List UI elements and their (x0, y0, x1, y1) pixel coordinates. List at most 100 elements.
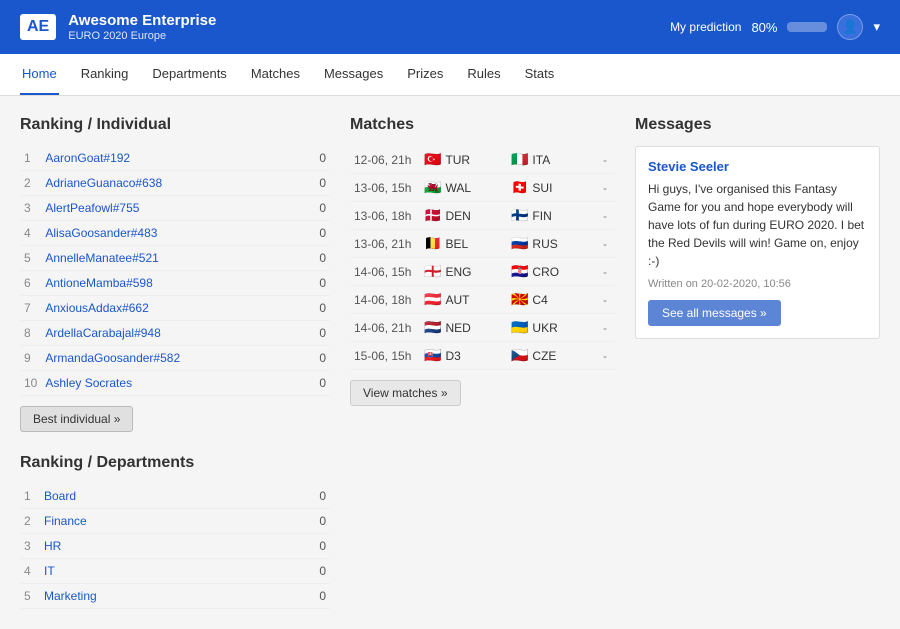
team1-name: D3 (445, 349, 460, 363)
match-row[interactable]: 14-06, 21h 🇳🇱 NED 🇺🇦 UKR - (350, 314, 615, 342)
team2-cell: 🇭🇷 CRO (507, 258, 595, 286)
table-row: 8 ArdellaCarabajal#948 0 (20, 321, 330, 346)
table-row: 4 IT 0 (20, 559, 330, 584)
player-name[interactable]: AnxiousAddax#662 (41, 296, 300, 321)
team1-flag: 🇳🇱 (424, 319, 441, 336)
app-subtitle: EURO 2020 Europe (68, 30, 216, 42)
team2-name: CZE (532, 349, 556, 363)
team1-name: AUT (445, 293, 469, 307)
rank-cell: 4 (20, 221, 41, 246)
team1-cell: 🇧🇪 BEL (420, 230, 507, 258)
table-row: 3 HR 0 (20, 534, 330, 559)
match-date: 13-06, 15h (350, 174, 420, 202)
nav-messages[interactable]: Messages (322, 54, 385, 95)
score-cell: 0 (300, 484, 330, 509)
best-individual-button[interactable]: Best individual » (20, 406, 133, 432)
player-name[interactable]: ArmandaGoosander#582 (41, 346, 300, 371)
match-row[interactable]: 14-06, 15h 🏴󠁧󠁢󠁥󠁮󠁧󠁿 ENG 🇭🇷 CRO - (350, 258, 615, 286)
player-name[interactable]: AaronGoat#192 (41, 146, 300, 171)
match-score: - (595, 146, 615, 174)
table-row: 5 Marketing 0 (20, 584, 330, 609)
team1-name: NED (445, 321, 470, 335)
score-cell: 0 (300, 346, 330, 371)
header-left: AE Awesome Enterprise EURO 2020 Europe (20, 12, 216, 42)
user-icon[interactable]: 👤 (837, 14, 863, 40)
score-cell: 0 (300, 221, 330, 246)
team2-flag: 🇷🇺 (511, 235, 528, 252)
see-all-messages-button[interactable]: See all messages » (648, 300, 781, 326)
nav-ranking[interactable]: Ranking (79, 54, 131, 95)
message-date: Written on 20-02-2020, 10:56 (648, 278, 867, 290)
ranking-departments-section: Ranking / Departments 1 Board 0 2 Financ… (20, 454, 330, 609)
team2-name: UKR (532, 321, 557, 335)
team2-cell: 🇮🇹 ITA (507, 146, 595, 174)
team1-name: BEL (445, 237, 468, 251)
nav-stats[interactable]: Stats (523, 54, 557, 95)
match-row[interactable]: 14-06, 18h 🇦🇹 AUT 🇲🇰 C4 - (350, 286, 615, 314)
player-name[interactable]: Ashley Socrates (41, 371, 300, 396)
department-name[interactable]: Finance (40, 509, 300, 534)
nav: Home Ranking Departments Matches Message… (0, 54, 900, 96)
rank-cell: 5 (20, 246, 41, 271)
match-row[interactable]: 13-06, 15h 🏴󠁧󠁢󠁷󠁬󠁳󠁿 WAL 🇨🇭 SUI - (350, 174, 615, 202)
team1-flag: 🇧🇪 (424, 235, 441, 252)
match-date: 13-06, 21h (350, 230, 420, 258)
rank-cell: 2 (20, 509, 40, 534)
team2-name: FIN (532, 209, 551, 223)
match-score: - (595, 174, 615, 202)
table-row: 2 AdrianeGuanaco#638 0 (20, 171, 330, 196)
match-row[interactable]: 13-06, 18h 🇩🇰 DEN 🇫🇮 FIN - (350, 202, 615, 230)
view-matches-button[interactable]: View matches » (350, 380, 461, 406)
match-score: - (595, 342, 615, 370)
match-row[interactable]: 15-06, 15h 🇸🇰 D3 🇨🇿 CZE - (350, 342, 615, 370)
department-name[interactable]: HR (40, 534, 300, 559)
team1-flag: 🇩🇰 (424, 207, 441, 224)
header-right: My prediction 80% 👤 ▾ (670, 14, 880, 40)
rank-cell: 7 (20, 296, 41, 321)
main-content: Ranking / Individual 1 AaronGoat#192 0 2… (0, 96, 900, 629)
prediction-label: My prediction (670, 20, 741, 34)
player-name[interactable]: AlisaGoosander#483 (41, 221, 300, 246)
team2-flag: 🇫🇮 (511, 207, 528, 224)
team1-cell: 🇳🇱 NED (420, 314, 507, 342)
player-name[interactable]: AnnelleManatee#521 (41, 246, 300, 271)
player-name[interactable]: AdrianeGuanaco#638 (41, 171, 300, 196)
score-cell: 0 (300, 171, 330, 196)
rank-cell: 1 (20, 146, 41, 171)
rank-cell: 3 (20, 196, 41, 221)
rank-cell: 5 (20, 584, 40, 609)
rank-cell: 8 (20, 321, 41, 346)
message-author[interactable]: Stevie Seeler (648, 159, 867, 174)
nav-rules[interactable]: Rules (465, 54, 502, 95)
team1-flag: 🏴󠁧󠁢󠁥󠁮󠁧󠁿 (424, 263, 441, 280)
nav-prizes[interactable]: Prizes (405, 54, 445, 95)
score-cell: 0 (300, 584, 330, 609)
team1-name: ENG (445, 265, 471, 279)
match-date: 14-06, 21h (350, 314, 420, 342)
score-cell: 0 (300, 296, 330, 321)
match-row[interactable]: 13-06, 21h 🇧🇪 BEL 🇷🇺 RUS - (350, 230, 615, 258)
score-cell: 0 (300, 509, 330, 534)
team2-name: ITA (532, 153, 550, 167)
team2-cell: 🇨🇭 SUI (507, 174, 595, 202)
player-name[interactable]: ArdellaCarabajal#948 (41, 321, 300, 346)
team2-name: C4 (532, 293, 547, 307)
match-date: 15-06, 15h (350, 342, 420, 370)
table-row: 10 Ashley Socrates 0 (20, 371, 330, 396)
user-dropdown-arrow[interactable]: ▾ (873, 19, 880, 35)
department-name[interactable]: IT (40, 559, 300, 584)
nav-matches[interactable]: Matches (249, 54, 302, 95)
nav-departments[interactable]: Departments (150, 54, 228, 95)
section-right: Messages Stevie Seeler Hi guys, I've org… (635, 116, 880, 339)
player-name[interactable]: AntioneMamba#598 (41, 271, 300, 296)
team2-name: SUI (532, 181, 552, 195)
match-row[interactable]: 12-06, 21h 🇹🇷 TUR 🇮🇹 ITA - (350, 146, 615, 174)
player-name[interactable]: AlertPeafowl#755 (41, 196, 300, 221)
ranking-departments-title: Ranking / Departments (20, 454, 330, 472)
table-row: 4 AlisaGoosander#483 0 (20, 221, 330, 246)
team2-flag: 🇨🇭 (511, 179, 528, 196)
team1-flag: 🇸🇰 (424, 347, 441, 364)
nav-home[interactable]: Home (20, 54, 59, 95)
department-name[interactable]: Marketing (40, 584, 300, 609)
department-name[interactable]: Board (40, 484, 300, 509)
